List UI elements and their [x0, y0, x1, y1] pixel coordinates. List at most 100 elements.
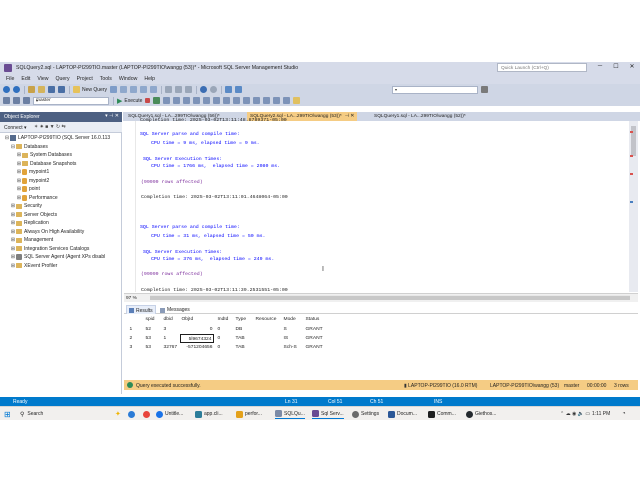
solution-config-dropdown[interactable]: ▾ — [392, 85, 479, 94]
grid-cell[interactable]: 0 — [216, 325, 232, 334]
tab-results[interactable]: Results — [126, 305, 156, 314]
grid-cell[interactable]: 0 — [216, 343, 232, 352]
taskbar-item-docum[interactable]: Docum... — [388, 409, 417, 419]
tree-node[interactable]: ⊞ Server Objects — [10, 211, 57, 220]
taskbar-item-app[interactable]: app.cli... — [195, 409, 223, 419]
open-folder-icon[interactable] — [38, 86, 45, 93]
xmla-icon[interactable] — [140, 86, 148, 93]
display-plan-icon[interactable] — [163, 97, 171, 104]
save-all-icon[interactable] — [58, 86, 65, 93]
menu-view[interactable]: View — [37, 76, 48, 82]
grid-cell[interactable]: 53 — [144, 343, 160, 352]
tree-node[interactable]: ⊟ Databases — [10, 143, 48, 152]
mdx-icon[interactable] — [120, 86, 128, 93]
editor-horizontal-scrollbar[interactable] — [150, 295, 630, 300]
grid-cell[interactable]: 0 — [180, 325, 214, 334]
tree-node[interactable]: ⊞ Always On High Availability — [10, 228, 84, 237]
uncomment-icon[interactable] — [263, 97, 271, 104]
back-icon[interactable] — [3, 86, 10, 93]
grid-cell[interactable] — [254, 334, 280, 343]
grid-cell[interactable]: 52 — [144, 325, 160, 334]
chrome-icon[interactable] — [143, 409, 152, 419]
taskbar-item-comm[interactable]: Comm... — [428, 409, 456, 419]
intellisense-icon[interactable] — [183, 97, 191, 104]
solution-explorer-icon[interactable] — [225, 86, 233, 93]
tree-node[interactable]: ⊞ Integration Services Catalogs — [10, 245, 89, 254]
include-plan-icon[interactable] — [193, 97, 201, 104]
client-stats-icon[interactable] — [213, 97, 221, 104]
tree-node[interactable]: ⊞ SQL Server Agent (Agent XPs disabl — [10, 253, 105, 262]
column-header[interactable]: ObjId — [180, 315, 214, 324]
specify-values-icon[interactable] — [293, 97, 301, 104]
tree-node[interactable]: ⊞ System Databases — [16, 151, 72, 160]
grid-cell[interactable]: 53 — [144, 334, 160, 343]
tab-pin-close-icon[interactable]: ⊣ ✕ — [345, 114, 355, 119]
clock[interactable]: 1:11 PM — [592, 409, 610, 419]
copilot-icon[interactable] — [128, 409, 137, 419]
system-tray-icons[interactable]: ⌃ ☁ ◉ 🔈 ▭ — [560, 409, 590, 419]
disconnect-icon[interactable] — [13, 97, 20, 104]
grid-cell[interactable]: GRANT — [304, 325, 330, 334]
menu-query[interactable]: Query — [55, 76, 69, 82]
query-editor[interactable]: Completion time: 2025-03-02T13:11:48.878… — [124, 118, 629, 293]
column-header[interactable]: Resource — [254, 315, 280, 324]
tree-node[interactable]: ⊞ Performance — [16, 194, 58, 203]
tree-node[interactable]: ⊞ mypoint2 — [16, 177, 49, 186]
stop-icon[interactable] — [145, 98, 151, 103]
grid-cell[interactable]: TAB — [234, 343, 252, 352]
copy-icon[interactable] — [175, 86, 183, 93]
connect-icon[interactable] — [3, 97, 10, 104]
tree-node[interactable]: ⊞ Database Snapshots — [16, 160, 77, 169]
maximize-button[interactable]: ☐ — [609, 63, 623, 73]
taskbar-item-sqlqu[interactable]: SQLQu... — [275, 409, 305, 419]
grid-cell[interactable]: S — [282, 325, 302, 334]
menu-window[interactable]: Window — [119, 76, 137, 82]
change-connection-icon[interactable] — [23, 97, 30, 104]
database-select[interactable]: master ▾ — [33, 96, 109, 105]
comment-icon[interactable] — [253, 97, 261, 104]
grid-cell[interactable]: GRANT — [304, 334, 330, 343]
column-header[interactable]: Status — [304, 315, 330, 324]
outdent-icon[interactable] — [283, 97, 291, 104]
forward-icon[interactable] — [13, 86, 20, 93]
quick-launch-input[interactable]: Quick Launch (Ctrl+Q) — [497, 63, 587, 72]
results-text-icon[interactable] — [223, 97, 231, 104]
grid-cell[interactable] — [254, 325, 280, 334]
column-header[interactable]: IndId — [216, 315, 232, 324]
taskbar-item-settings[interactable]: Settings — [352, 409, 379, 419]
minimize-button[interactable]: ─ — [593, 63, 607, 73]
menu-help[interactable]: Help — [144, 76, 155, 82]
column-header[interactable]: Type — [234, 315, 252, 324]
grid-cell[interactable]: 3 — [162, 325, 178, 334]
taskbar-item-sqlserver[interactable]: Sql Serv... — [312, 409, 344, 419]
menu-file[interactable]: File — [6, 76, 14, 82]
tree-node[interactable]: ⊞ mypoint1 — [16, 168, 49, 177]
new-query-button[interactable]: New Query — [70, 86, 107, 93]
cut-icon[interactable] — [165, 86, 173, 93]
tree-node[interactable]: ⊟ LAPTOP-PI299TIO (SQL Server 16.0.113 — [4, 134, 110, 143]
undo-icon[interactable] — [200, 86, 208, 93]
grid-cell[interactable]: Sch-S — [282, 343, 302, 352]
scrollbar-thumb[interactable] — [150, 295, 630, 300]
editor-vertical-scrollbar[interactable] — [629, 121, 638, 292]
taskbar-search[interactable]: ⚲ Search — [20, 409, 43, 419]
column-header[interactable]: dbid — [162, 315, 178, 324]
menu-tools[interactable]: Tools — [100, 76, 112, 82]
grid-cell[interactable]: -571204656 — [180, 343, 214, 352]
menu-project[interactable]: Project — [77, 76, 93, 82]
panel-pin-close-icons[interactable]: ▾ ⊣ ✕ — [105, 113, 119, 119]
taskbar-item-giethos[interactable]: Giethos... — [466, 409, 496, 419]
notification-icon[interactable]: ◔ — [622, 409, 626, 419]
results-file-icon[interactable] — [243, 97, 251, 104]
grid-cell[interactable]: 32767 — [162, 343, 178, 352]
close-button[interactable]: ✕ — [625, 63, 639, 73]
indent-icon[interactable] — [273, 97, 281, 104]
tree-node[interactable]: ⊞ XEvent Profiler — [10, 262, 57, 271]
start-button[interactable]: ⊞ — [4, 409, 11, 419]
taskbar-item-untitled[interactable]: Untitle... — [156, 409, 183, 419]
tree-node[interactable]: ⊞ point — [16, 185, 40, 194]
database-query-icon[interactable] — [110, 86, 118, 93]
redo-icon[interactable] — [210, 86, 218, 93]
dax-icon[interactable] — [150, 86, 158, 93]
tree-node[interactable]: ⊞ Replication — [10, 219, 49, 228]
